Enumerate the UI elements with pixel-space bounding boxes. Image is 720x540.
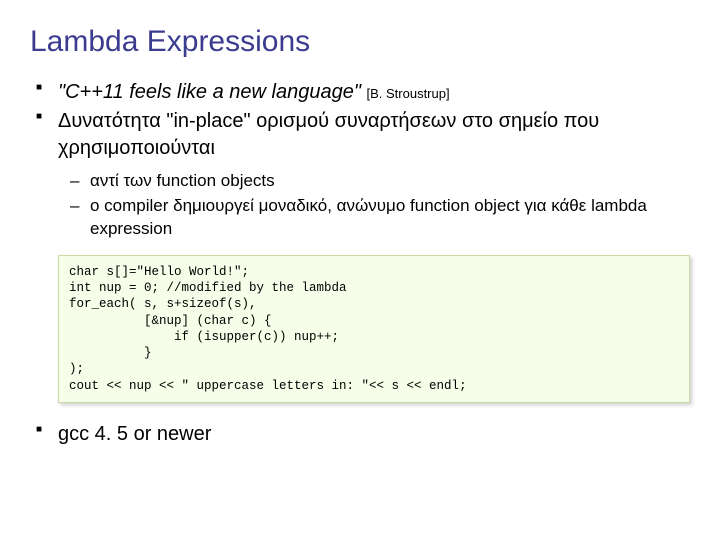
slide-title: Lambda Expressions	[30, 25, 690, 59]
sub-bullet-item: αντί των function objects	[30, 170, 690, 193]
quote-attribution: [B. Stroustrup]	[366, 86, 449, 101]
code-block: char s[]="Hello World!"; int nup = 0; //…	[58, 255, 690, 403]
sub-bullet-list: αντί των function objects ο compiler δημ…	[30, 170, 690, 241]
bullet-list-lower: gcc 4. 5 or newer	[30, 421, 690, 448]
bullet-item: gcc 4. 5 or newer	[30, 421, 690, 448]
bullet-item: "C++11 feels like a new language" [B. St…	[30, 79, 690, 106]
bullet-list: "C++11 feels like a new language" [B. St…	[30, 79, 690, 162]
bullet-item: Δυνατότητα "in-place" ορισμού συναρτήσεω…	[30, 108, 690, 162]
quote-text: "C++11 feels like a new language"	[58, 81, 361, 103]
sub-bullet-item: ο compiler δημιουργεί μοναδικό, ανώνυμο …	[30, 195, 690, 241]
